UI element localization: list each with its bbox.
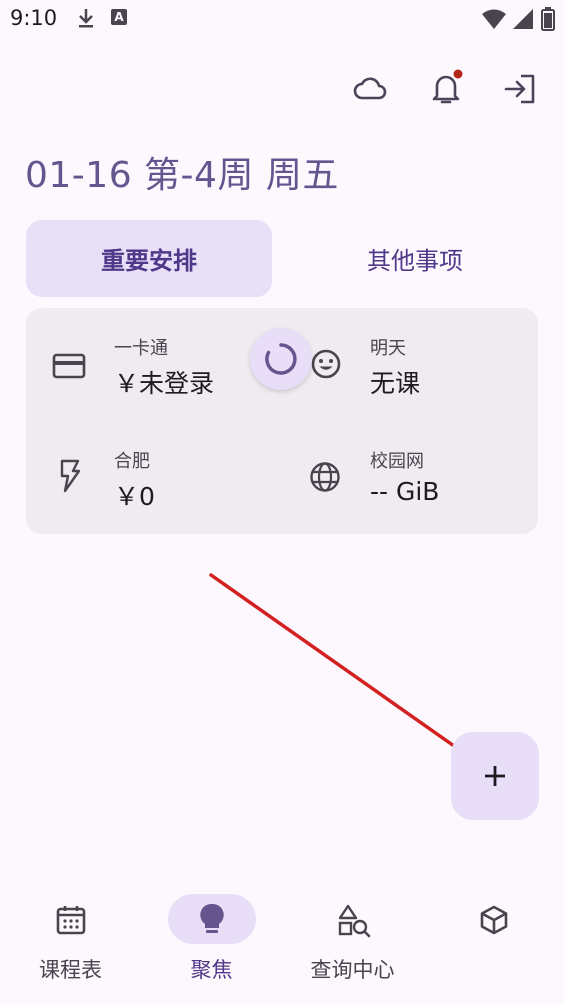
nav-label: 课程表 bbox=[39, 958, 102, 982]
plus-icon bbox=[485, 766, 505, 786]
tab-important[interactable]: 重要安排 bbox=[26, 220, 272, 297]
cloud-icon[interactable] bbox=[352, 70, 388, 106]
spinner-icon bbox=[265, 343, 297, 375]
notification-button[interactable] bbox=[428, 68, 464, 108]
app-notification-icon: A bbox=[111, 9, 127, 25]
nav-item-focus[interactable]: 聚焦 bbox=[141, 880, 282, 1004]
nav-item-schedule[interactable]: 课程表 bbox=[0, 880, 141, 1004]
nav-item-query[interactable]: 查询中心 bbox=[282, 880, 423, 1004]
cube-icon bbox=[480, 905, 508, 935]
status-bar: 9:10 A bbox=[0, 0, 564, 40]
signal-icon bbox=[513, 9, 533, 29]
status-time: 9:10 bbox=[10, 6, 58, 30]
card-value: ￥未登录 bbox=[114, 369, 215, 398]
network-label: 校园网 bbox=[370, 451, 424, 472]
credit-card-icon bbox=[52, 353, 86, 379]
electricity-value: ￥0 bbox=[114, 482, 155, 511]
bottom-navigation: 课程表 聚焦 查询中心 bbox=[0, 880, 564, 1004]
loading-indicator bbox=[250, 328, 312, 390]
tab-other[interactable]: 其他事项 bbox=[292, 220, 538, 297]
battery-icon bbox=[541, 7, 555, 31]
login-icon[interactable] bbox=[503, 72, 537, 106]
nav-item-more[interactable] bbox=[423, 880, 564, 1004]
segment-tabs: 重要安排 其他事项 bbox=[26, 220, 538, 297]
add-button[interactable] bbox=[451, 732, 539, 820]
nav-label: 聚焦 bbox=[190, 958, 233, 982]
shapes-search-icon bbox=[338, 904, 371, 938]
electricity-label: 合肥 bbox=[114, 451, 150, 472]
nav-label: 查询中心 bbox=[310, 958, 395, 982]
notification-bell-icon bbox=[432, 69, 463, 104]
page-title: 01-16 第-4周 周五 bbox=[25, 155, 339, 196]
tomorrow-value: 无课 bbox=[370, 369, 421, 398]
smile-icon bbox=[311, 349, 341, 379]
network-value: -- GiB bbox=[370, 477, 440, 506]
download-icon bbox=[79, 9, 93, 28]
globe-icon bbox=[310, 462, 340, 492]
card-label: 一卡通 bbox=[114, 338, 168, 359]
wifi-icon bbox=[482, 9, 506, 29]
tomorrow-label: 明天 bbox=[370, 338, 406, 359]
lightning-icon bbox=[60, 459, 81, 493]
calendar-icon bbox=[56, 906, 86, 935]
lightbulb-icon bbox=[200, 903, 224, 933]
